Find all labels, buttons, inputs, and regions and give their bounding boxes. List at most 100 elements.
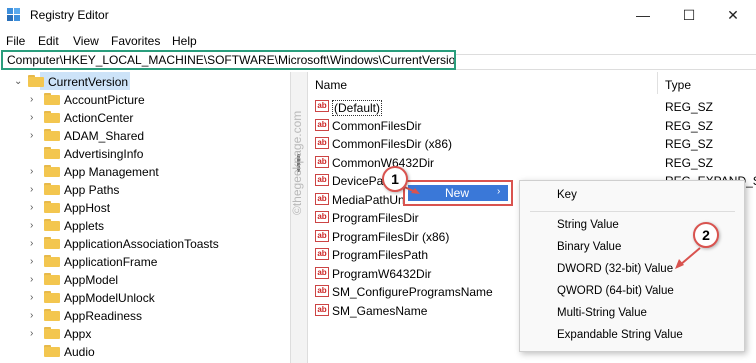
tree-item[interactable]: › AccountPicture (0, 90, 290, 108)
folder-icon (44, 327, 60, 339)
folder-open-icon (28, 75, 44, 87)
chevron-right-icon[interactable]: › (30, 112, 33, 123)
minimize-button[interactable]: — (620, 0, 666, 30)
tree-item-label: AdvertisingInfo (64, 147, 144, 161)
menu-file[interactable]: File (6, 34, 25, 48)
folder-icon (44, 345, 60, 357)
chevron-right-icon[interactable]: › (30, 310, 33, 321)
tree-item[interactable]: › App Management (0, 162, 290, 180)
title-bar: Registry Editor — ☐ ✕ (0, 0, 756, 30)
submenu-string-value[interactable]: String Value (557, 219, 619, 231)
registry-tree: ⌄ CurrentVersion › AccountPicture › ActionC… (0, 72, 290, 363)
chevron-right-icon[interactable]: › (30, 184, 33, 195)
tree-item[interactable]: › AppModel (0, 270, 290, 288)
tree-item-label: ActionCenter (64, 111, 134, 125)
column-header-type[interactable]: Type (665, 78, 691, 92)
tree-item[interactable]: › AppReadiness (0, 306, 290, 324)
registry-editor-icon (7, 8, 20, 21)
new-label: New (445, 186, 470, 200)
column-divider[interactable] (657, 72, 658, 94)
submenu-key[interactable]: Key (557, 189, 577, 201)
tree-item-label: ADAM_Shared (64, 129, 145, 143)
menu-favorites[interactable]: Favorites (111, 34, 160, 48)
submenu-dword-value[interactable]: DWORD (32-bit) Value (557, 263, 673, 275)
chevron-right-icon[interactable]: › (30, 130, 33, 141)
value-name: DevicePa (332, 174, 384, 188)
string-value-icon: ab (315, 174, 329, 186)
tree-item[interactable]: › ActionCenter (0, 108, 290, 126)
window-title: Registry Editor (30, 8, 109, 22)
tree-item[interactable]: › App Paths (0, 180, 290, 198)
folder-icon (44, 219, 60, 231)
menu-bar: File Edit View Favorites Help (0, 31, 756, 49)
menu-edit[interactable]: Edit (38, 34, 59, 48)
string-value-icon: ab (315, 192, 329, 205)
value-type: REG_SZ (665, 137, 714, 151)
tree-item[interactable]: AdvertisingInfo (0, 144, 290, 162)
address-bar[interactable]: Computer\HKEY_LOCAL_MACHINE\SOFTWARE\Mic… (1, 50, 456, 70)
chevron-right-icon[interactable]: › (30, 238, 33, 249)
chevron-right-icon[interactable]: › (30, 202, 33, 213)
close-button[interactable]: ✕ (710, 0, 756, 30)
value-name: SM_GamesName (332, 303, 428, 318)
string-value-icon: ab (315, 303, 329, 316)
submenu-multi-string-value[interactable]: Multi-String Value (557, 307, 647, 319)
value-row[interactable]: ab CommonW6432Dir REG_SZ (307, 153, 756, 171)
menu-separator (530, 211, 735, 212)
tree-item[interactable]: › ApplicationFrame (0, 252, 290, 270)
submenu-qword-value[interactable]: QWORD (64-bit) Value (557, 285, 674, 297)
menu-help[interactable]: Help (172, 34, 197, 48)
chevron-right-icon[interactable]: › (30, 292, 33, 303)
callout-badge-2: 2 (693, 222, 719, 248)
string-value-icon: ab (315, 155, 329, 168)
tree-item-label: App Management (64, 165, 159, 179)
value-name: ProgramW6432Dir (332, 266, 432, 281)
chevron-right-icon[interactable]: › (30, 94, 33, 105)
folder-icon (44, 183, 60, 195)
folder-icon (44, 147, 60, 159)
value-type: REG_SZ (665, 118, 714, 133)
folder-icon (44, 309, 60, 321)
tree-item-label: App Paths (64, 183, 120, 197)
tree-item[interactable]: › AppHost (0, 198, 290, 216)
tree-item-label: AppReadiness (64, 309, 143, 323)
watermark: ©thegeekpage.com (290, 110, 304, 215)
column-header-name[interactable]: Name (315, 78, 347, 92)
value-type: REG_SZ (665, 155, 714, 170)
new-submenu: Key String Value Binary Value DWORD (32-… (519, 180, 745, 352)
folder-icon (44, 165, 60, 177)
string-value-icon: ab (315, 118, 329, 131)
context-menu-new-item[interactable]: New › (403, 180, 513, 206)
chevron-right-icon[interactable]: › (30, 166, 33, 177)
chevron-right-icon[interactable]: › (30, 220, 33, 231)
chevron-right-icon[interactable]: › (30, 274, 33, 285)
submenu-expandable-string-value[interactable]: Expandable String Value (557, 329, 683, 341)
value-name: (Default) (332, 100, 383, 116)
chevron-right-icon[interactable]: › (30, 328, 33, 339)
tree-item-label: AccountPicture (64, 93, 145, 107)
tree-item-label: AppHost (64, 201, 111, 215)
value-row[interactable]: ab CommonFilesDir (x86) REG_SZ (307, 134, 756, 152)
folder-icon (44, 273, 60, 285)
value-row[interactable]: ab (Default) REG_SZ (307, 97, 756, 116)
chevron-right-icon[interactable]: › (30, 256, 33, 267)
tree-item[interactable]: › ApplicationAssociationToasts (0, 234, 290, 252)
tree-item-label: ApplicationAssociationToasts (64, 237, 219, 251)
address-bar-extension (456, 54, 756, 70)
tree-item[interactable]: › AppModelUnlock (0, 288, 290, 306)
tree-item-label: AppModel (64, 273, 119, 287)
value-name: ProgramFilesDir (x86) (332, 229, 450, 244)
value-name: ProgramFilesPath (332, 248, 429, 262)
tree-item[interactable]: › ADAM_Shared (0, 126, 290, 144)
maximize-button[interactable]: ☐ (666, 0, 712, 30)
chevron-down-icon[interactable]: ⌄ (14, 76, 22, 87)
value-name: ProgramFilesDir (332, 211, 419, 225)
tree-item[interactable]: › Applets (0, 216, 290, 234)
value-row[interactable]: ab CommonFilesDir REG_SZ (307, 116, 756, 134)
menu-view[interactable]: View (73, 34, 99, 48)
submenu-binary-value[interactable]: Binary Value (557, 241, 621, 253)
string-value-icon: ab (315, 211, 329, 223)
tree-item-currentversion[interactable]: ⌄ CurrentVersion (0, 72, 290, 90)
tree-item[interactable]: Audio (0, 342, 290, 360)
tree-item[interactable]: › Appx (0, 324, 290, 342)
